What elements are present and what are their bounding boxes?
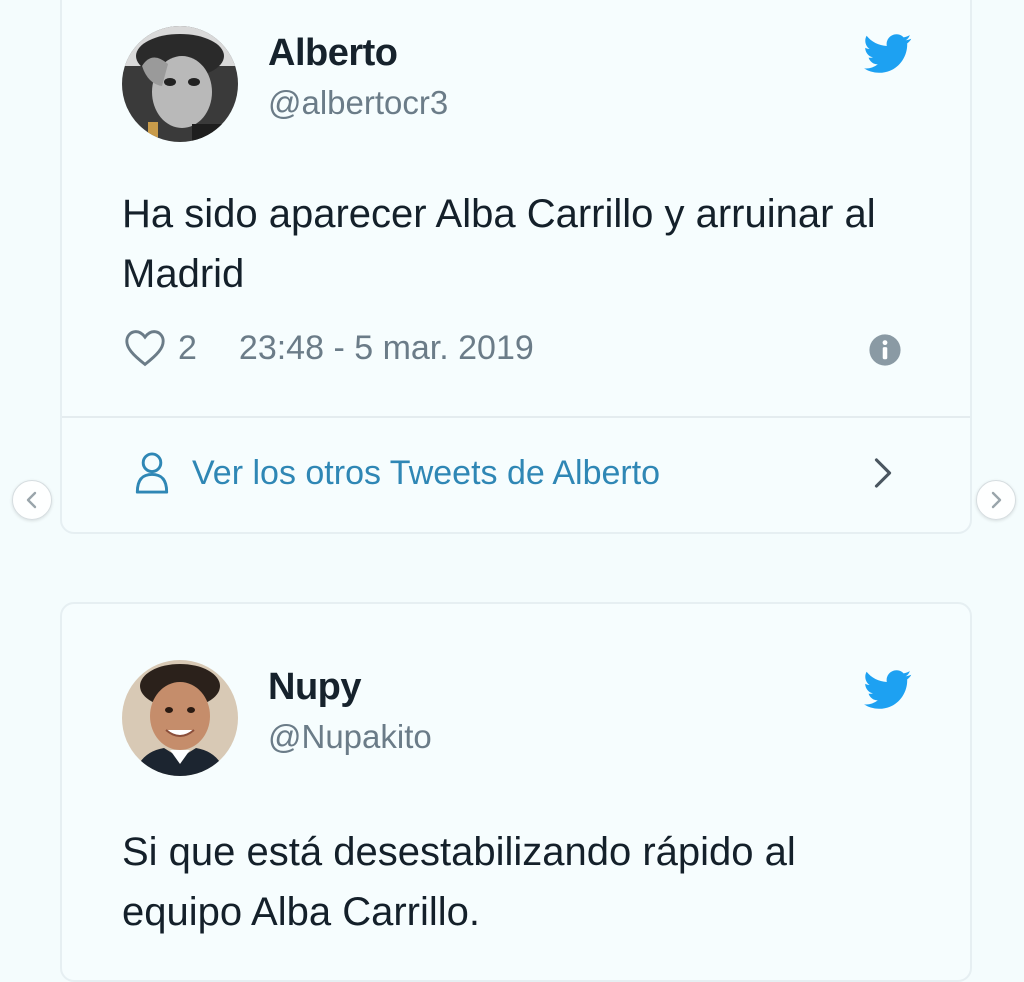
tweet-text: Ha sido aparecer Alba Carrillo y arruina… — [122, 192, 876, 296]
heart-icon[interactable] — [122, 328, 168, 368]
twitter-bird-icon[interactable] — [864, 670, 912, 710]
author-handle[interactable]: @Nupakito — [268, 718, 432, 756]
tweet-card: Nupy @Nupakito Si que está desestabiliza… — [60, 602, 972, 982]
tweet-timestamp[interactable]: 23:48 - 5 mar. 2019 — [239, 329, 534, 368]
tweet-card: Alberto @albertocr3 Ha sido aparecer Alb… — [60, 0, 972, 534]
twitter-bird-icon[interactable] — [864, 34, 912, 74]
tweet-meta: 2 23:48 - 5 mar. 2019 — [122, 326, 534, 370]
more-tweets-label: Ver los otros Tweets de Alberto — [192, 453, 661, 492]
author-name[interactable]: Nupy — [268, 666, 362, 709]
chevron-right-icon — [991, 491, 1002, 509]
author-name[interactable]: Alberto — [268, 32, 398, 75]
tweet-text: Si que está desestabilizando rápido al e… — [122, 830, 796, 934]
like-count: 2 — [178, 328, 197, 367]
chevron-right-icon[interactable] — [872, 456, 894, 490]
avatar[interactable] — [122, 660, 238, 776]
author-handle[interactable]: @albertocr3 — [268, 84, 448, 122]
avatar[interactable] — [122, 26, 238, 142]
divider — [62, 416, 970, 418]
person-icon — [135, 452, 169, 494]
more-tweets-link[interactable]: Ver los otros Tweets de Alberto — [134, 448, 660, 498]
carousel-prev-button[interactable] — [12, 480, 52, 520]
carousel-next-button[interactable] — [976, 480, 1016, 520]
chevron-left-icon — [26, 491, 37, 509]
info-icon[interactable] — [868, 333, 902, 367]
